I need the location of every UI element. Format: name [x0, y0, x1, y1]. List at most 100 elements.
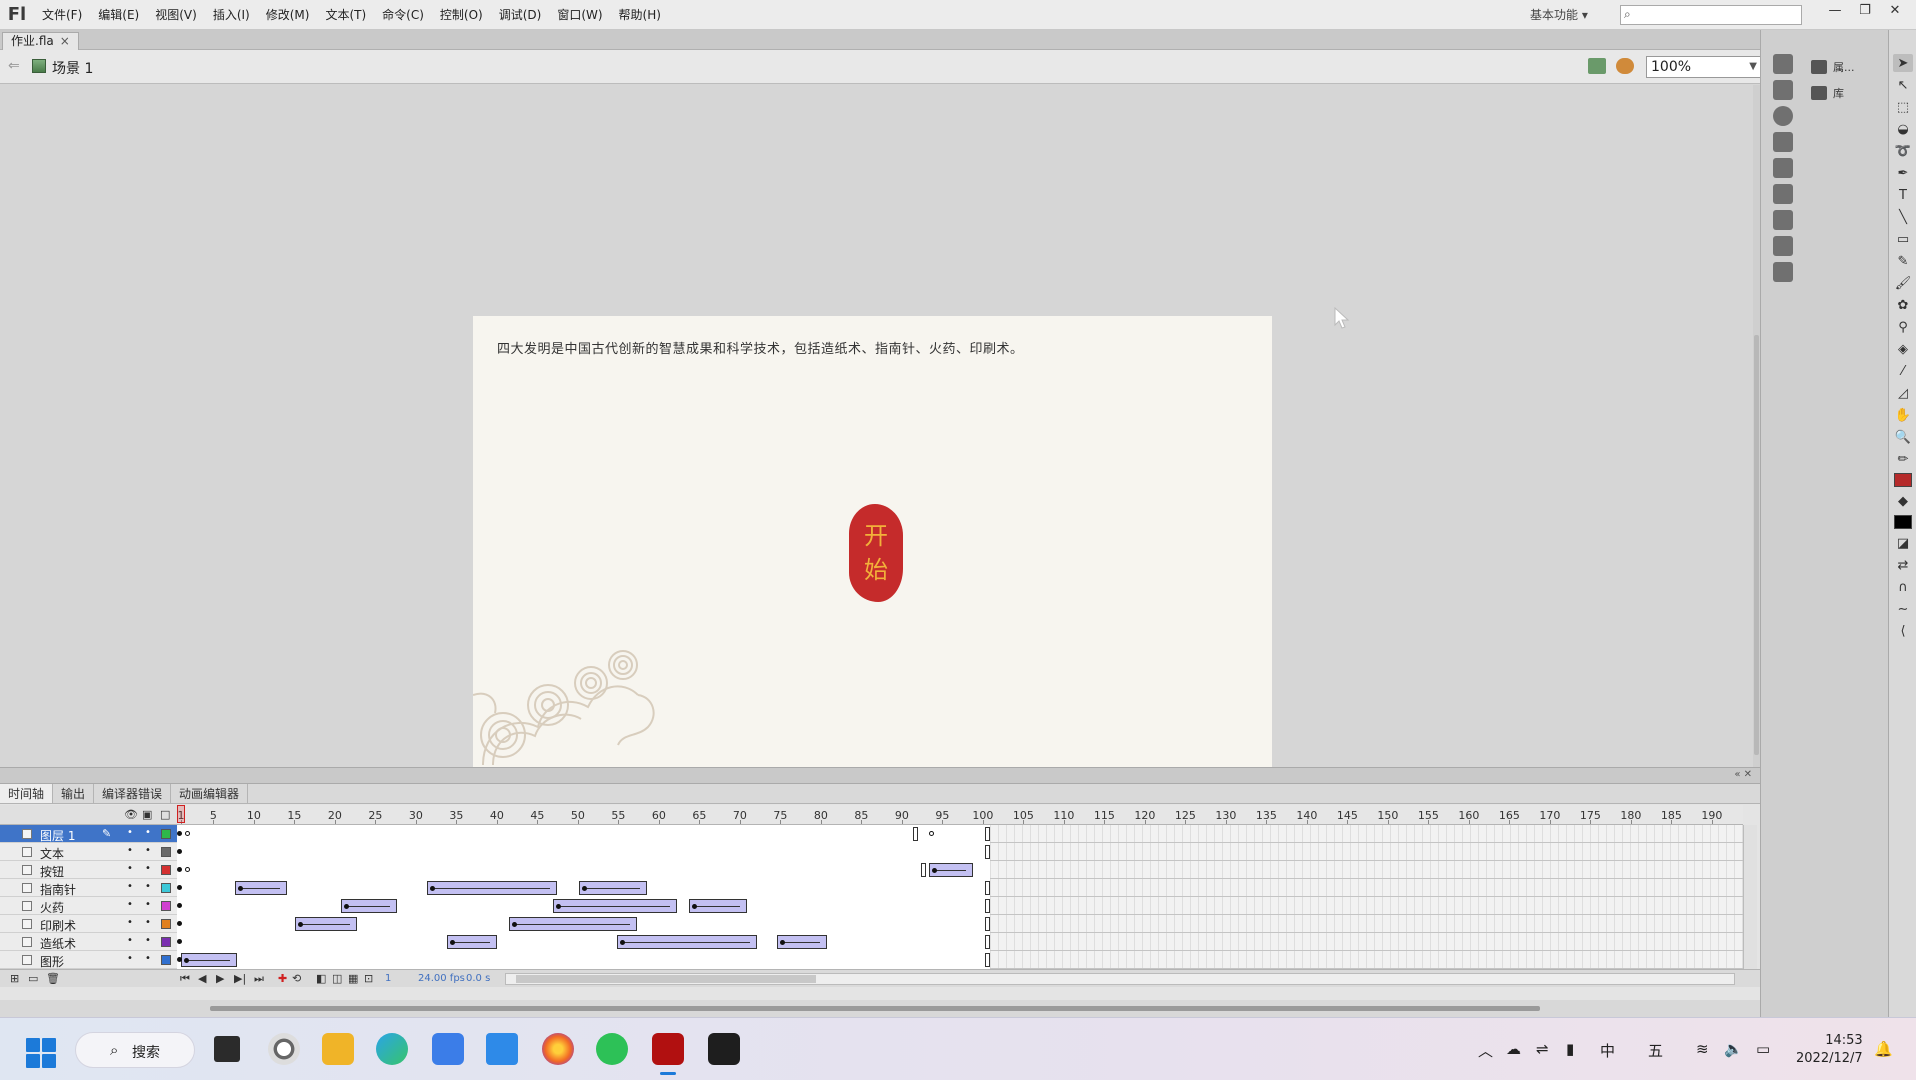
delete-layer-icon[interactable]: 🗑 — [46, 972, 60, 985]
keyframe[interactable] — [929, 831, 934, 836]
bone-tool-icon[interactable]: ⚲ — [1893, 318, 1913, 336]
visibility-dot[interactable]: • — [127, 899, 133, 910]
motion-tween[interactable] — [689, 899, 747, 913]
stage[interactable]: 四大发明是中国古代创新的智慧成果和科学技术，包括造纸术、指南针、火药、印刷术。 … — [473, 316, 1272, 767]
visibility-dot[interactable]: • — [127, 863, 133, 874]
frame-row[interactable] — [177, 843, 1743, 861]
play-icon[interactable]: ▶ — [216, 972, 224, 985]
layer-color-swatch[interactable] — [161, 937, 171, 947]
settings-toggle-icon[interactable]: ⇌ — [1536, 1040, 1549, 1058]
new-folder-icon[interactable]: ▭ — [28, 972, 38, 985]
menu-control[interactable]: 控制(O) — [432, 0, 491, 30]
straighten-icon[interactable]: ⟨ — [1893, 622, 1913, 640]
keyframe[interactable] — [177, 903, 182, 908]
keyframe[interactable] — [780, 940, 785, 945]
workspace-switcher[interactable]: 基本功能 ▾ — [1530, 6, 1588, 23]
frame-span[interactable] — [177, 861, 990, 879]
keyframe[interactable] — [185, 831, 190, 836]
text-tool-icon[interactable]: T — [1893, 186, 1913, 204]
motion-tween[interactable] — [929, 863, 973, 877]
keyframe[interactable] — [430, 886, 435, 891]
edit-symbols-icon[interactable] — [1588, 58, 1606, 74]
keyframe[interactable] — [582, 886, 587, 891]
menu-window[interactable]: 窗口(W) — [549, 0, 610, 30]
paint-bucket-tool-icon[interactable]: ◈ — [1893, 340, 1913, 358]
motion-tween[interactable] — [509, 917, 637, 931]
zoom-select[interactable]: 100% ▼ — [1646, 56, 1762, 78]
keyframe[interactable] — [450, 940, 455, 945]
keyframe[interactable] — [177, 867, 182, 872]
close-tab-icon[interactable]: × — [60, 34, 70, 48]
visibility-dot[interactable]: • — [127, 881, 133, 892]
wechat-icon[interactable] — [596, 1033, 628, 1065]
frame-span[interactable] — [177, 825, 990, 843]
todo-icon[interactable] — [486, 1033, 518, 1065]
lock-dot[interactable]: • — [145, 899, 151, 910]
menu-view[interactable]: 视图(V) — [147, 0, 205, 30]
layer-name[interactable]: 造纸术 — [40, 935, 76, 952]
onion-outline-icon[interactable]: ◫ — [332, 972, 342, 985]
layer-name[interactable]: 按钮 — [40, 863, 64, 880]
volume-icon[interactable]: 🔈 — [1724, 1040, 1743, 1058]
visibility-dot[interactable]: • — [127, 827, 133, 838]
layer-name[interactable]: 指南针 — [40, 881, 76, 898]
keyframe[interactable] — [556, 904, 561, 909]
keyframe[interactable] — [620, 940, 625, 945]
frame-row[interactable] — [177, 915, 1743, 933]
onion-skin-icon[interactable]: ◧ — [316, 972, 326, 985]
frame-row[interactable] — [177, 825, 1743, 843]
layer-name[interactable]: 文本 — [40, 845, 64, 862]
frame-area[interactable] — [177, 825, 1743, 969]
stage-vertical-scrollbar[interactable] — [1753, 85, 1760, 767]
code-snippets-icon[interactable] — [1773, 158, 1793, 178]
zoom-tool-icon[interactable]: 🔍 — [1893, 428, 1913, 446]
frame-rate[interactable]: 24.00 fps — [418, 973, 465, 984]
menu-debug[interactable]: 调试(D) — [491, 0, 550, 30]
transform-panel-icon[interactable] — [1773, 132, 1793, 152]
visibility-dot[interactable]: • — [127, 935, 133, 946]
pencil-tool-icon[interactable]: ✎ — [1893, 252, 1913, 270]
layer-color-swatch[interactable] — [161, 865, 171, 875]
subselection-tool-icon[interactable]: ↖ — [1893, 76, 1913, 94]
eraser-tool-icon[interactable]: ◿ — [1893, 384, 1913, 402]
motion-tween[interactable] — [235, 881, 287, 895]
keyframe[interactable] — [177, 849, 182, 854]
stroke-color-icon[interactable]: ✏ — [1893, 450, 1913, 468]
scrollbar-thumb[interactable] — [1754, 335, 1759, 755]
layer-name[interactable]: 图层 1 — [40, 827, 75, 844]
3d-rotation-tool-icon[interactable]: ◒ — [1893, 120, 1913, 138]
layer-color-swatch[interactable] — [161, 919, 171, 929]
layer-color-swatch[interactable] — [161, 901, 171, 911]
input-method[interactable]: 五 — [1648, 1040, 1663, 1061]
layer-row[interactable]: 指南针 • • — [0, 879, 177, 897]
swatches-panel-icon[interactable] — [1773, 80, 1793, 100]
start-button[interactable]: 开 始 — [849, 504, 903, 602]
free-transform-tool-icon[interactable]: ⬚ — [1893, 98, 1913, 116]
lock-dot[interactable]: • — [145, 917, 151, 928]
chevron-up-icon[interactable]: ︿ — [1478, 1040, 1493, 1061]
layer-row[interactable]: 图层 1 ✎ • • — [0, 825, 177, 843]
align-panel-icon[interactable] — [1773, 236, 1793, 256]
end-frame-marker[interactable] — [985, 917, 990, 931]
scrollbar-thumb[interactable] — [210, 1006, 1540, 1011]
loop-icon[interactable]: ⟲ — [292, 972, 301, 985]
components-icon[interactable] — [1773, 184, 1793, 204]
lock-dot[interactable]: • — [145, 845, 151, 856]
timeline-vertical-scrollbar[interactable] — [1743, 825, 1757, 969]
clock-app-icon[interactable] — [268, 1033, 300, 1065]
step-back-icon[interactable]: ◀ — [198, 972, 206, 985]
fill-color-icon[interactable]: ◆ — [1893, 492, 1913, 510]
scrollbar-thumb[interactable] — [516, 975, 816, 983]
layer-name[interactable]: 火药 — [40, 899, 64, 916]
onion-markers-icon[interactable]: ⊡ — [364, 972, 373, 985]
menu-commands[interactable]: 命令(C) — [374, 0, 432, 30]
keyframe[interactable] — [692, 904, 697, 909]
fill-color-swatch[interactable] — [1894, 515, 1912, 529]
go-first-icon[interactable]: ⏮ — [180, 972, 190, 986]
flash-app-icon[interactable] — [652, 1033, 684, 1075]
end-frame-marker[interactable] — [985, 845, 990, 859]
go-last-icon[interactable]: ⏭ — [254, 972, 264, 986]
tab-compiler-errors[interactable]: 编译器错误 — [94, 784, 172, 803]
start-button-windows-icon[interactable] — [26, 1038, 56, 1068]
wifi-icon[interactable]: ≋ — [1696, 1040, 1709, 1058]
